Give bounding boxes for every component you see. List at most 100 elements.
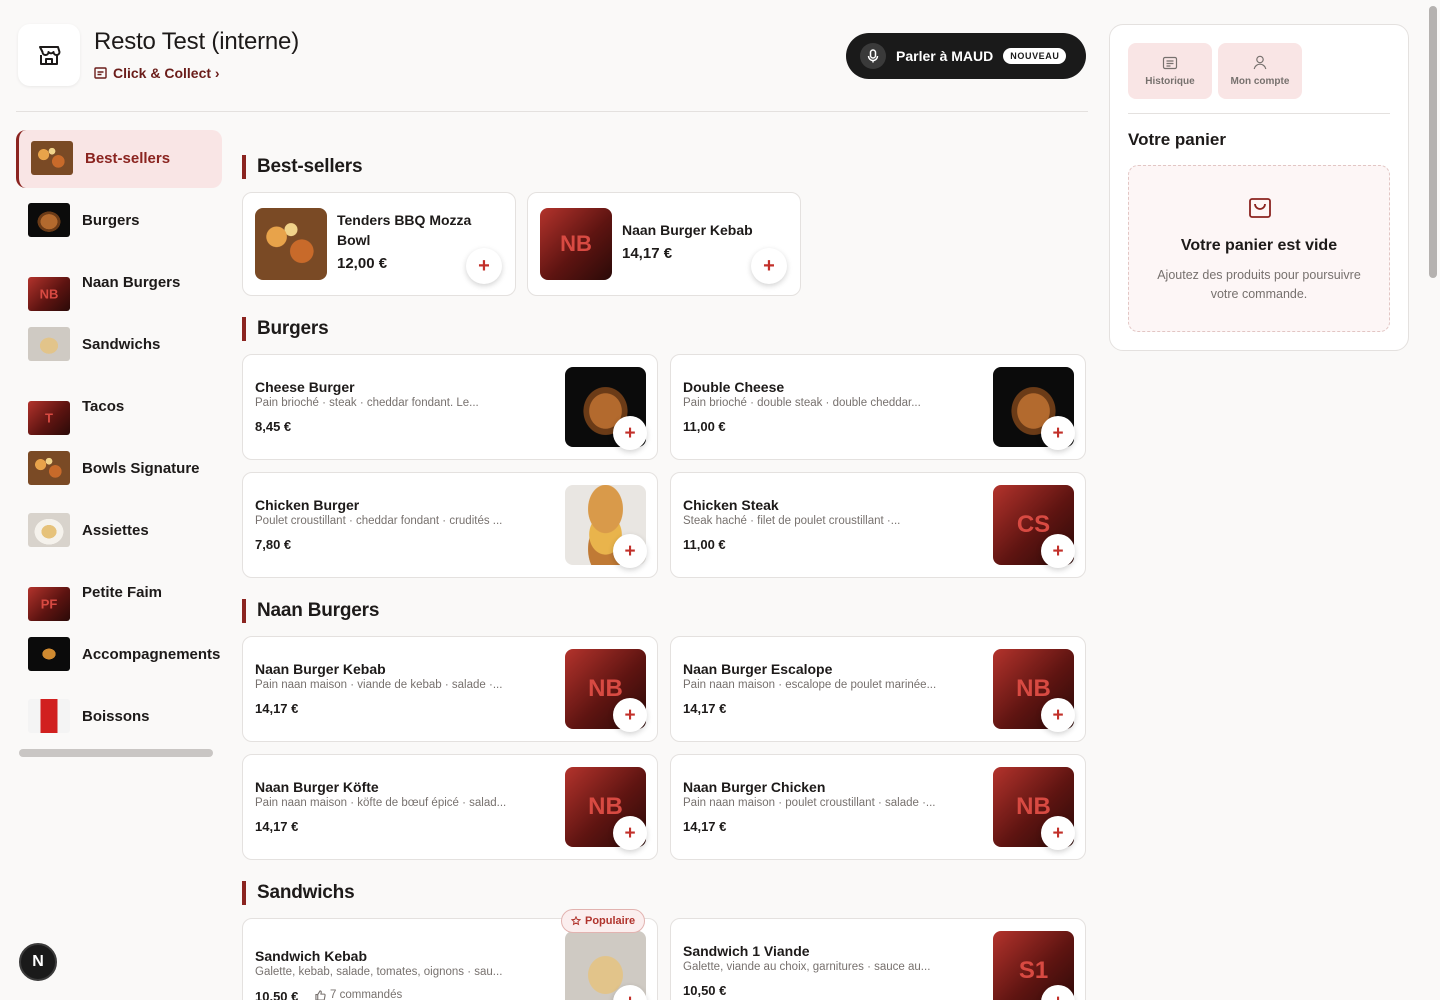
page-scrollbar[interactable] [1429,6,1437,278]
sidebar-item-label: Boissons [82,708,150,725]
sidebar-item-best-sellers[interactable]: Best-sellers [16,130,222,188]
add-to-cart-button[interactable]: + [613,416,647,450]
voice-assistant-button[interactable]: Parler à MAUD NOUVEAU [846,33,1086,79]
category-thumbnail [28,203,70,237]
thumbnail-monogram: NB [39,286,59,302]
sidebar-item-label: Petite Faim [82,584,163,601]
add-to-cart-button[interactable]: + [1041,416,1075,450]
category-thumbnail [28,327,70,361]
sidebar-item-assiettes[interactable]: Assiettes [16,502,222,560]
receipt-icon [94,67,107,79]
section-title-burgers: Burgers [242,317,329,341]
dev-tools-badge[interactable]: N [19,943,57,981]
microphone-icon [860,43,886,69]
product-description: Poulet croustillant · cheddar fondant · … [255,515,503,527]
category-thumbnail: NB [28,277,70,311]
product-price: 14,17 € [622,245,673,262]
empty-cart-title: Votre panier est vide [1180,237,1338,254]
product-description: Galette, kebab, salade, tomates, oignons… [255,966,503,978]
product-price: 14,17 € [255,819,299,834]
product-price: 10,50 € [255,989,299,1000]
add-to-cart-button[interactable]: + [1041,816,1075,850]
voice-assistant-label: Parler à MAUD [896,48,994,64]
sidebar-item-petite-faim[interactable]: PF Petite Faim [16,564,222,622]
sidebar-item-accompagnements[interactable]: Accompagnements [16,626,222,684]
sidebar-item-label: Accompagnements [82,646,221,663]
category-thumbnail [28,637,70,671]
section-title-naan-burgers: Naan Burgers [242,599,379,623]
product-name: Sandwich Kebab [255,948,368,964]
store-icon [39,46,61,65]
product-description: Pain naan maison · escalope de poulet ma… [683,679,937,691]
product-card[interactable]: Sandwich 1 Viande Galette, viande au cho… [670,918,1086,1000]
restaurant-name: Resto Test (interne) [94,28,299,55]
product-card[interactable]: Naan Burger Escalope Pain naan maison · … [670,636,1086,742]
header-divider [16,111,1088,112]
product-name: Chicken Burger [255,497,360,513]
sidebar-item-sandwichs[interactable]: Sandwichs [16,316,222,374]
order-mode-label: Click & Collect › [113,65,220,81]
product-card[interactable]: Naan Burger Köfte Pain naan maison · köf… [242,754,658,860]
product-description: Pain naan maison · poulet croustillant ·… [683,797,936,809]
sidebar-item-label: Bowls Signature [82,460,200,477]
order-mode-link[interactable]: Click & Collect › [94,65,220,81]
section-title-sandwichs: Sandwichs [242,881,355,905]
add-to-cart-button[interactable]: + [613,534,647,568]
product-card[interactable]: Chicken Steak Steak haché · filet de pou… [670,472,1086,578]
product-price: 11,00 € [683,537,726,552]
category-thumbnail: T [28,401,70,435]
product-price: 14,17 € [683,819,727,834]
product-price: 8,45 € [255,419,292,434]
empty-cart-box: Votre panier est vide Ajoutez des produi… [1128,165,1390,332]
product-price: 14,17 € [255,701,299,716]
new-badge: NOUVEAU [1003,48,1067,64]
product-image [255,208,327,280]
history-icon [1162,56,1178,69]
category-thumbnail: PF [28,587,70,621]
popular-badge-label: Populaire [585,915,636,927]
sidebar-item-naan-burgers[interactable]: NB Naan Burgers [16,254,222,312]
sidebar-item-bowls-signature[interactable]: Bowls Signature [16,440,222,498]
bestseller-card[interactable]: NB Naan Burger Kebab 14,17 € + [527,192,801,296]
add-to-cart-button[interactable]: + [1041,534,1075,568]
add-to-cart-button[interactable]: + [466,248,502,284]
thumbs-up-icon [315,989,326,1000]
account-button[interactable]: Mon compte [1218,43,1302,99]
account-label: Mon compte [1230,76,1290,87]
product-card[interactable]: Naan Burger Kebab Pain naan maison · via… [242,636,658,742]
product-price: 7,80 € [255,537,292,552]
order-count-label: 7 commandés [330,989,403,1000]
empty-cart-text: Ajoutez des produits pour poursuivre vot… [1157,268,1361,301]
sidebar-item-label: Naan Burgers [82,274,181,291]
sidebar-scrollbar[interactable] [19,749,213,757]
history-label: Historique [1145,75,1195,87]
product-card[interactable]: Double Cheese Pain brioché · double stea… [670,354,1086,460]
product-image: NB [540,208,612,280]
history-button[interactable]: Historique [1128,43,1212,99]
product-card[interactable]: Cheese Burger Pain brioché · steak · che… [242,354,658,460]
product-price: 10,50 € [683,983,727,998]
bestseller-card[interactable]: Tenders BBQ Mozza Bowl 12,00 € + [242,192,516,296]
sidebar-item-burgers[interactable]: Burgers [16,192,222,250]
user-icon [1253,55,1267,70]
product-card[interactable]: Naan Burger Chicken Pain naan maison · p… [670,754,1086,860]
star-icon [571,916,581,926]
product-description: Pain brioché · steak · cheddar fondant. … [255,397,479,409]
product-price: 12,00 € [337,255,388,272]
sidebar-item-label: Best-sellers [85,150,171,167]
product-name: Chicken Steak [683,497,779,513]
product-description: Pain naan maison · köfte de bœuf épicé ·… [255,797,507,809]
product-name: Tenders BBQ Mozza Bowl [337,212,472,248]
product-card[interactable]: Chicken Burger Poulet croustillant · che… [242,472,658,578]
sidebar-item-tacos[interactable]: T Tacos [16,378,222,436]
product-description: Steak haché · filet de poulet croustilla… [683,515,901,527]
product-monogram: NB [560,231,592,256]
sidebar-item-boissons[interactable]: Boissons [16,688,222,746]
product-name: Naan Burger Escalope [683,661,833,677]
add-to-cart-button[interactable]: + [751,248,787,284]
sidebar-item-label: Sandwichs [82,336,161,353]
add-to-cart-button[interactable]: + [613,816,647,850]
product-description: Pain brioché · double steak · double che… [683,397,921,409]
add-to-cart-button[interactable]: + [1041,698,1075,732]
add-to-cart-button[interactable]: + [613,698,647,732]
